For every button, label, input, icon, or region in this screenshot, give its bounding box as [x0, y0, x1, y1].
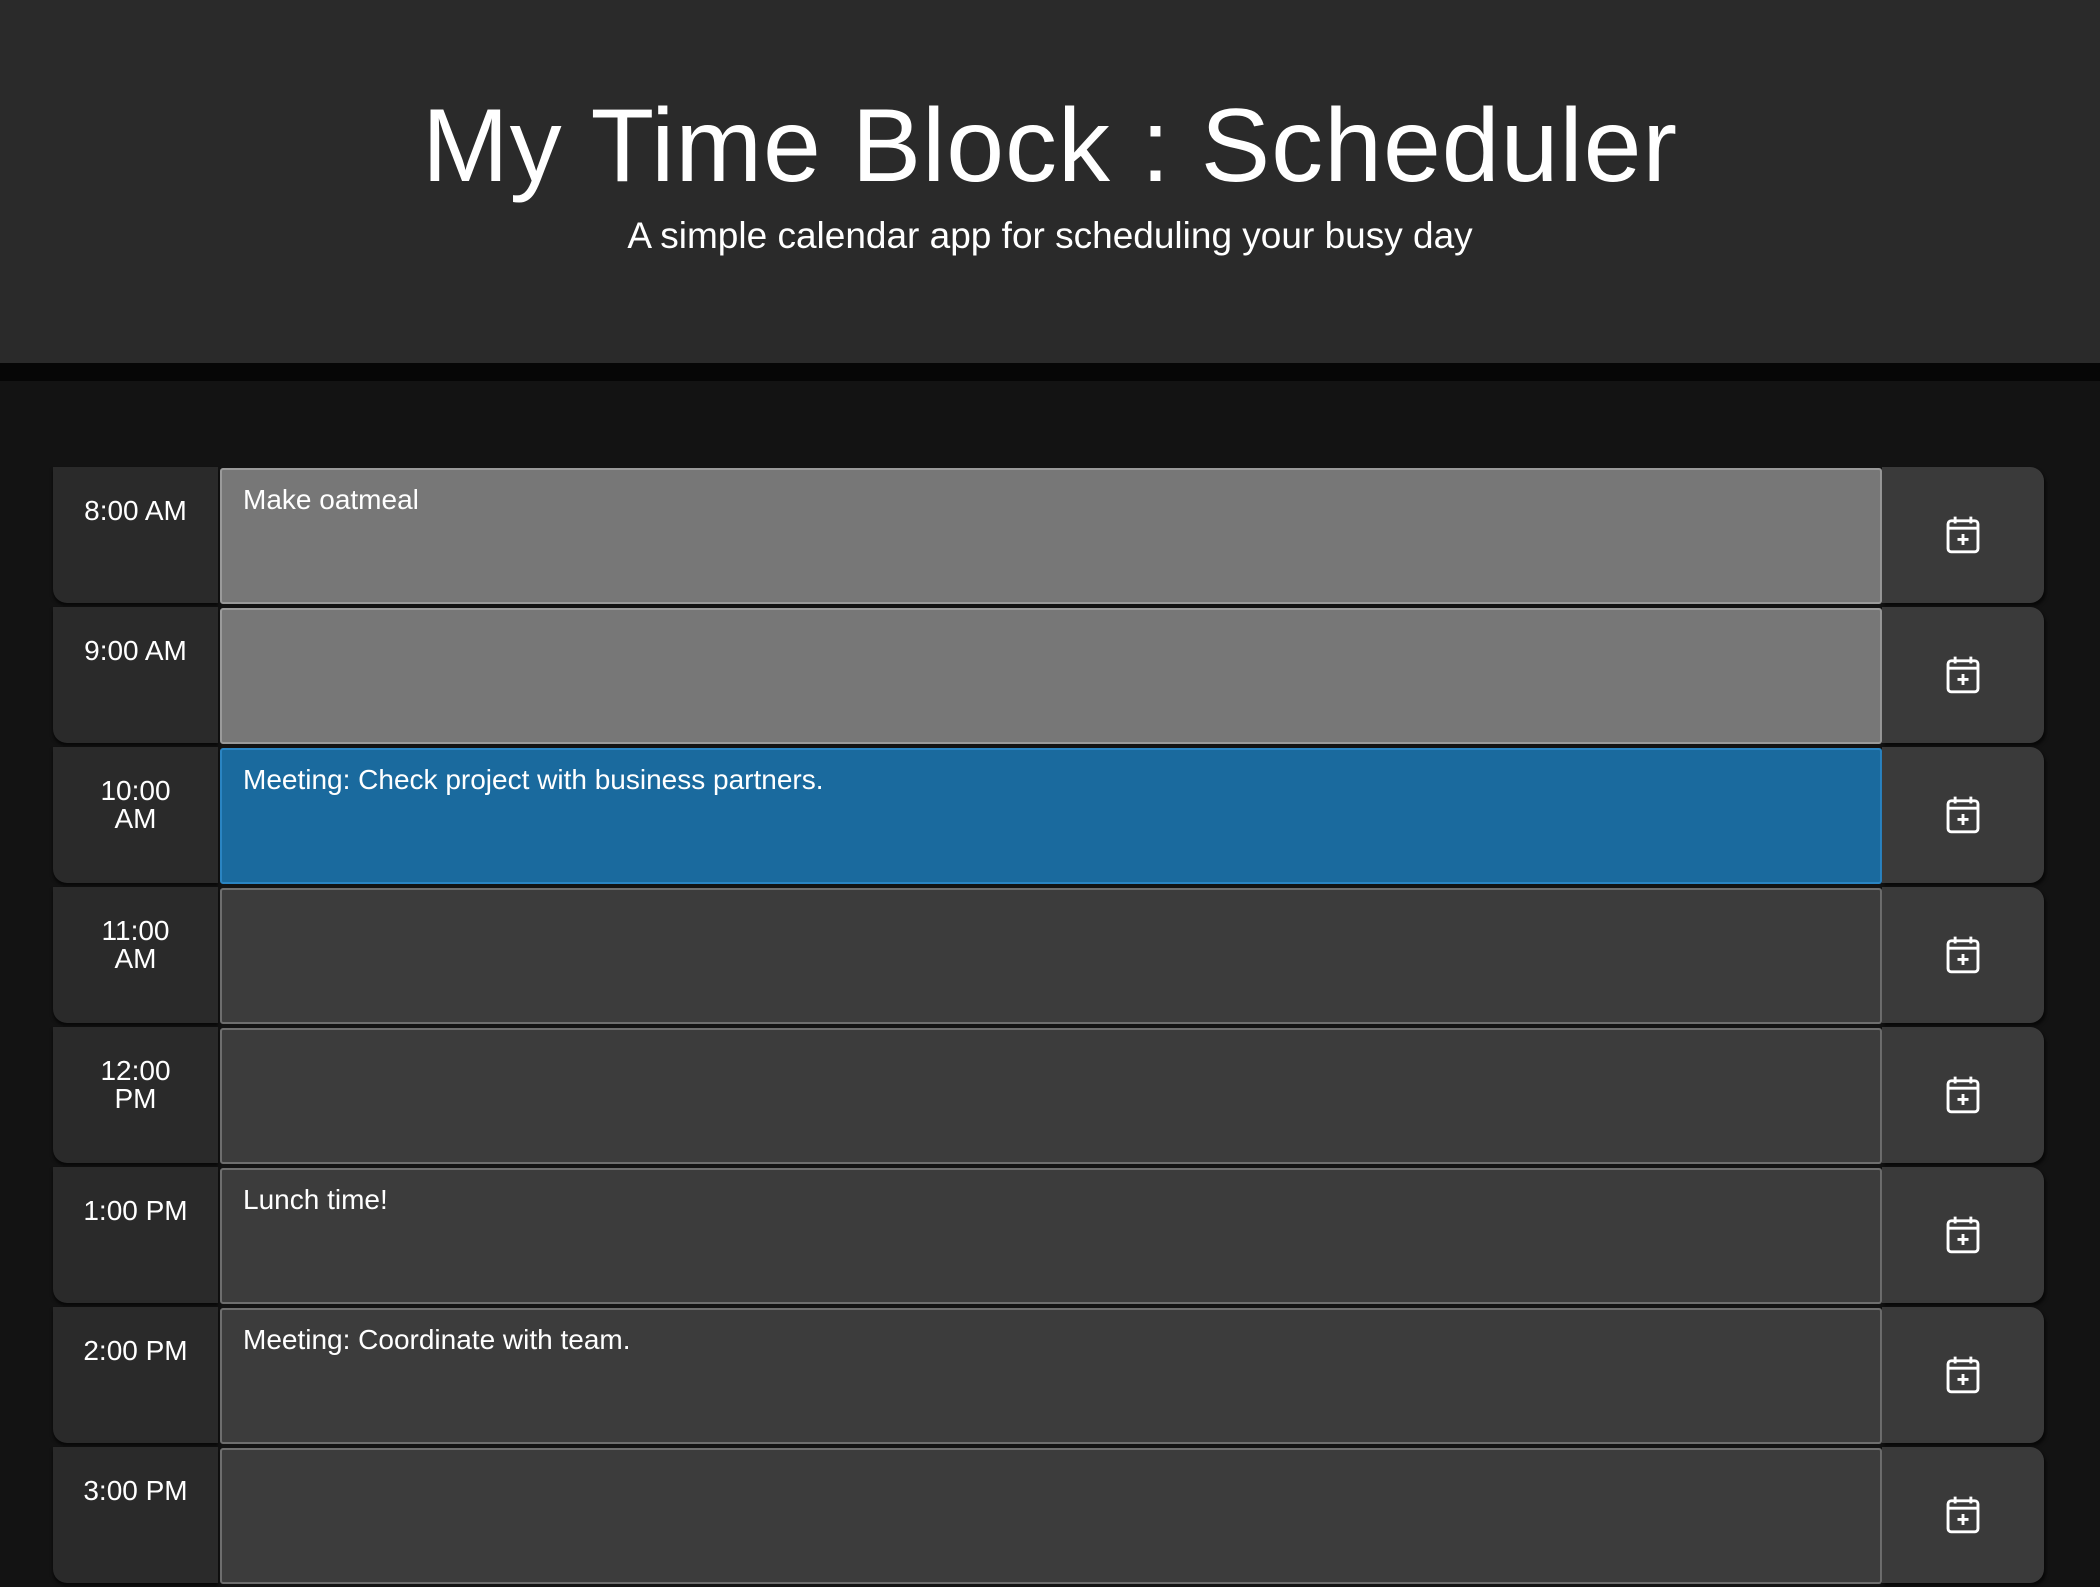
save-button[interactable] [1882, 607, 2044, 743]
timeblock-row: 10:00 AM Meeting: Check project with bus… [53, 747, 2045, 887]
timeblock-row: 2:00 PM Meeting: Coordinate with team. [53, 1307, 2045, 1447]
event-description-input[interactable]: Meeting: Coordinate with team. [220, 1308, 1882, 1444]
save-button[interactable] [1882, 1027, 2044, 1163]
save-button[interactable] [1882, 887, 2044, 1023]
event-description-input[interactable]: Meeting: Check project with business par… [220, 748, 1882, 884]
calendar-plus-icon [1946, 1356, 1980, 1394]
event-description-input[interactable]: Lunch time! [220, 1168, 1882, 1304]
calendar-plus-icon [1946, 936, 1980, 974]
save-button[interactable] [1882, 1307, 2044, 1443]
hour-label: 10:00 AM [53, 747, 218, 883]
hour-label: 12:00 PM [53, 1027, 218, 1163]
timeblock-row: 12:00 PM [53, 1027, 2045, 1167]
event-description-input[interactable] [220, 608, 1882, 744]
page-header: My Time Block : Scheduler A simple calen… [0, 0, 2100, 381]
calendar-plus-icon [1946, 516, 1980, 554]
calendar-plus-icon [1946, 796, 1980, 834]
save-button[interactable] [1882, 467, 2044, 603]
timeblock-row: 8:00 AM Make oatmeal [53, 467, 2045, 607]
calendar-plus-icon [1946, 1496, 1980, 1534]
hour-label: 3:00 PM [53, 1447, 218, 1583]
save-button[interactable] [1882, 1167, 2044, 1303]
calendar-plus-icon [1946, 656, 1980, 694]
hour-label: 9:00 AM [53, 607, 218, 743]
calendar-plus-icon [1946, 1216, 1980, 1254]
event-description-input[interactable] [220, 888, 1882, 1024]
timeblock-row: 9:00 AM [53, 607, 2045, 747]
page-title: My Time Block : Scheduler [421, 88, 1679, 204]
timeblock-row: 11:00 AM [53, 887, 2045, 1027]
hour-label: 11:00 AM [53, 887, 218, 1023]
hour-label: 1:00 PM [53, 1167, 218, 1303]
save-button[interactable] [1882, 747, 2044, 883]
event-description-input[interactable] [220, 1028, 1882, 1164]
event-description-input[interactable] [220, 1448, 1882, 1584]
timeblock-row: 1:00 PM Lunch time! [53, 1167, 2045, 1307]
hour-label: 2:00 PM [53, 1307, 218, 1443]
timeblock-list: 8:00 AM Make oatmeal 9:00 AM 10:00 AM Me… [53, 467, 2045, 1587]
save-button[interactable] [1882, 1447, 2044, 1583]
page-subtitle: A simple calendar app for scheduling you… [627, 215, 1473, 256]
calendar-plus-icon [1946, 1076, 1980, 1114]
timeblock-row: 3:00 PM [53, 1447, 2045, 1587]
hour-label: 8:00 AM [53, 467, 218, 603]
event-description-input[interactable]: Make oatmeal [220, 468, 1882, 604]
